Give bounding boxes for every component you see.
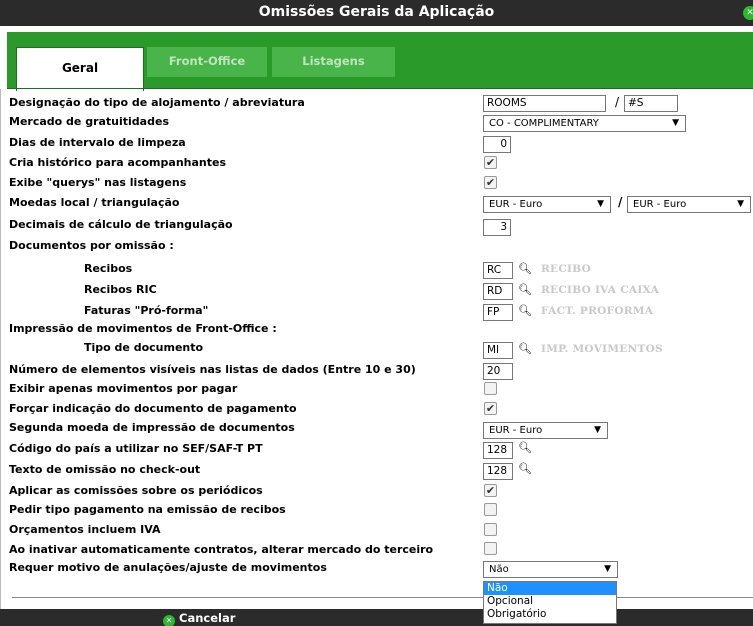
label-pedir-tipo-pagamento: Pedir tipo pagamento na emissão de recib… [9, 503, 286, 516]
faturas-proforma-code-input[interactable]: FP [483, 304, 513, 321]
dropdown-option-opcional[interactable]: Opcional [484, 595, 616, 608]
decimais-input[interactable]: 3 [483, 219, 511, 236]
chevron-down-icon: ▼ [672, 118, 679, 128]
num-elementos-input[interactable]: 20 [483, 363, 513, 380]
recibos-desc: RECIBO [541, 263, 592, 275]
label-decimais: Decimais de cálculo de triangulação [9, 218, 233, 231]
label-dias-limpeza: Dias de intervalo de limpeza [9, 136, 186, 149]
footer-divider [12, 597, 753, 598]
tab-listagens[interactable]: Listagens [272, 47, 395, 77]
chevron-down-icon: ▼ [604, 564, 611, 574]
label-impressao-movimentos: Impressão de movimentos de Front-Office … [9, 322, 277, 335]
faturas-proforma-desc: FACT. PROFORMA [541, 305, 654, 317]
tipo-documento-desc: IMP. MOVIMENTOS [541, 343, 663, 355]
codigo-pais-input[interactable]: 128 [483, 442, 513, 459]
label-forcar-indicacao: Forçar indicação do documento de pagamen… [9, 402, 297, 415]
footer-bar: ✕ Cancelar [0, 609, 753, 626]
comissoes-periodicos-checkbox[interactable]: ✔ [484, 484, 497, 497]
close-icon[interactable]: ✕ [743, 6, 753, 20]
window-title: Omissões Gerais da Aplicação [258, 4, 495, 20]
mercado-gratuitidades-select[interactable]: CO - COMPLIMENTARY ▼ [483, 115, 686, 132]
label-motivo-anulacoes: Requer motivo de anulações/ajuste de mov… [9, 561, 327, 574]
magnifier-icon[interactable]: 🔍︎ [518, 342, 532, 356]
label-exibe-querys: Exibe "querys" nas listagens [9, 176, 187, 189]
orcamentos-iva-checkbox[interactable] [484, 523, 497, 536]
magnifier-icon[interactable]: 🔍︎ [518, 441, 532, 455]
cancel-label: Cancelar [179, 611, 236, 625]
label-mercado-gratuitidades: Mercado de gratuitidades [9, 115, 169, 128]
chevron-down-icon: ▼ [594, 425, 601, 435]
label-faturas-proforma: Faturas "Pró-forma" [84, 304, 209, 317]
recibos-code-input[interactable]: RC [483, 262, 513, 279]
label-inativar-contratos: Ao inativar automaticamente contratos, a… [9, 543, 434, 556]
cancel-icon: ✕ [163, 615, 175, 626]
dropdown-option-nao[interactable]: Não [484, 582, 616, 595]
label-recibos: Recibos [84, 262, 133, 275]
settings-panel: Designação do tipo de alojamento / abrev… [0, 89, 753, 609]
pedir-tipo-pagamento-checkbox[interactable] [484, 503, 497, 516]
tipo-alojamento-input[interactable]: ROOMS [483, 95, 606, 112]
segunda-moeda-value: EUR - Euro [489, 425, 543, 436]
chevron-down-icon: ▼ [597, 199, 604, 209]
forcar-indicacao-checkbox[interactable]: ✔ [484, 402, 497, 415]
label-orcamentos-iva: Orçamentos incluem IVA [9, 523, 161, 536]
magnifier-icon[interactable]: 🔍︎ [518, 262, 532, 276]
label-tipo-documento: Tipo de documento [84, 341, 204, 354]
magnifier-icon[interactable]: 🔍︎ [518, 304, 532, 318]
exibir-por-pagar-checkbox[interactable] [484, 382, 497, 395]
tab-bar: Geral Front-Office Listagens [7, 32, 753, 91]
exibe-querys-checkbox[interactable]: ✔ [484, 176, 497, 189]
mercado-gratuitidades-value: CO - COMPLIMENTARY [489, 118, 599, 129]
magnifier-icon[interactable]: 🔍︎ [518, 283, 532, 297]
label-num-elementos: Número de elementos visíveis nas listas … [9, 363, 416, 376]
moeda-local-select[interactable]: EUR - Euro ▼ [483, 196, 611, 213]
cancel-button[interactable]: ✕ Cancelar [163, 611, 235, 626]
recibos-ric-code-input[interactable]: RD [483, 283, 513, 300]
label-tipo-alojamento: Designação do tipo de alojamento / abrev… [9, 96, 305, 109]
label-recibos-ric: Recibos RIC [84, 283, 157, 296]
label-codigo-pais: Código do país a utilizar no SEF/SAF-T P… [9, 442, 263, 455]
magnifier-icon[interactable]: 🔍︎ [518, 462, 532, 476]
tipo-alojamento-separator: / [615, 95, 620, 109]
motivo-anulacoes-select[interactable]: Não ▼ [483, 561, 618, 578]
motivo-anulacoes-value: Não [489, 564, 509, 575]
label-comissoes-periodicos: Aplicar as comissões sobre os periódicos [9, 484, 263, 497]
label-historico-acompanhantes: Cria histórico para acompanhantes [9, 156, 227, 169]
label-moedas: Moedas local / triangulação [9, 196, 180, 209]
moeda-local-value: EUR - Euro [489, 199, 543, 210]
abreviatura-input[interactable]: #S [624, 95, 678, 112]
tab-geral[interactable]: Geral [16, 47, 144, 91]
moeda-triangulacao-value: EUR - Euro [633, 199, 687, 210]
recibos-ric-desc: RECIBO IVA CAIXA [541, 284, 660, 296]
label-exibir-por-pagar: Exibir apenas movimentos por pagar [9, 382, 238, 395]
dias-limpeza-input[interactable]: 0 [483, 136, 511, 153]
tab-front-office[interactable]: Front-Office [147, 47, 267, 77]
title-bar: Omissões Gerais da Aplicação ✕ [0, 0, 753, 26]
historico-acompanhantes-checkbox[interactable]: ✔ [484, 156, 497, 169]
segunda-moeda-select[interactable]: EUR - Euro ▼ [483, 422, 608, 439]
inativar-contratos-checkbox[interactable] [484, 542, 497, 555]
moedas-separator: / [618, 195, 623, 209]
label-texto-checkout: Texto de omissão no check-out [9, 463, 201, 476]
texto-checkout-input[interactable]: 128 [483, 463, 513, 480]
label-documentos-omissao: Documentos por omissão : [9, 239, 174, 252]
moeda-triangulacao-select[interactable]: EUR - Euro ▼ [627, 196, 751, 213]
dropdown-option-obrigatorio[interactable]: Obrigatório [484, 608, 616, 621]
motivo-anulacoes-dropdown: Não Opcional Obrigatório [483, 581, 617, 624]
tipo-documento-code-input[interactable]: MI [483, 342, 513, 359]
label-segunda-moeda: Segunda moeda de impressão de documentos [9, 421, 295, 434]
chevron-down-icon: ▼ [737, 199, 744, 209]
